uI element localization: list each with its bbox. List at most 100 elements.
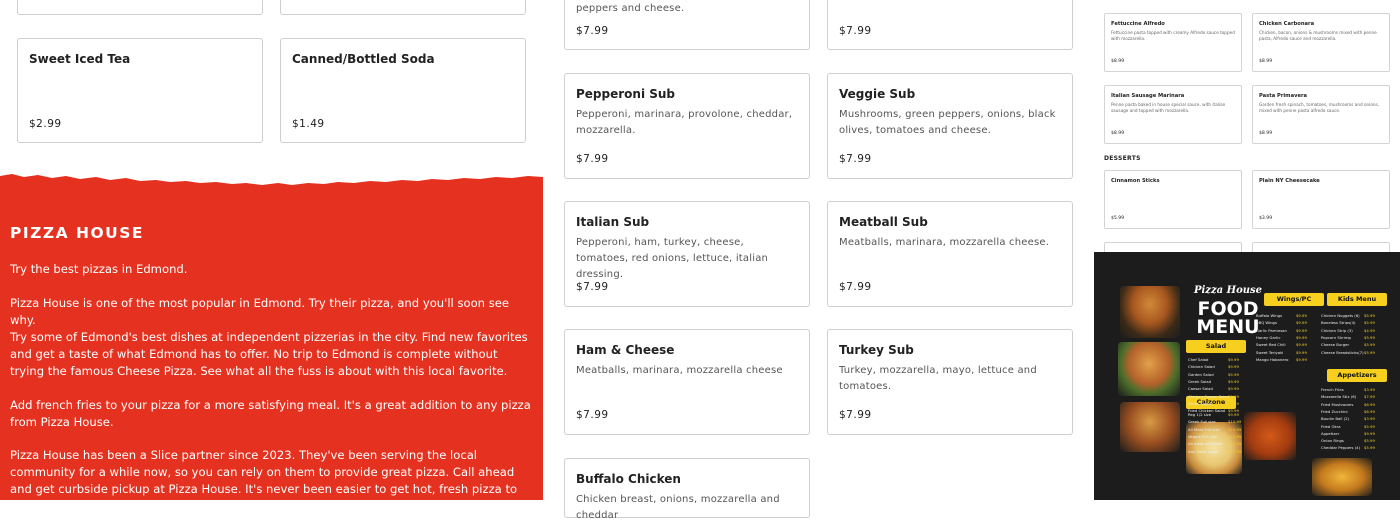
menu-board-item-price: $9.99 [1228,386,1239,392]
preview-menu-card[interactable]: Italian Sausage Marinara Penne pasta bak… [1104,85,1242,144]
partial-sub-card[interactable]: peppers and cheese. $7.99 [564,0,810,50]
about-paragraph: Add french fries to your pizza for a mor… [10,398,531,429]
item-name: Canned/Bottled Soda [292,52,435,66]
menu-board-row: BBQ Wings $9.99 [1256,320,1307,326]
menu-board-row: Greek Full size $15.99 [1188,419,1241,425]
menu-board-item-name: Chicken Caesar Salad [1188,393,1230,399]
menu-board-row: Sweet Teriyaki $9.99 [1256,350,1307,355]
item-price: $7.99 [839,281,872,293]
about-paragraph: Try the best pizzas in Edmond. [10,262,188,276]
preview-menu-card[interactable]: Pasta Primavera Garden fresh spinach, to… [1252,85,1390,144]
menu-board-item-price: $9.99 [1296,334,1307,340]
menu-item-card[interactable]: Pepperoni Sub Pepperoni, marinara, provo… [564,73,810,179]
item-description: Fettuccine pasta topped with creamy Alfr… [1111,30,1235,41]
preview-menu-card[interactable]: Plain NY Cheesecake $3.99 [1252,170,1390,229]
item-name: Italian Sub [576,215,650,229]
menu-board-row: Fried Mushrooms $6.99 [1321,402,1375,407]
item-price: $7.99 [839,153,872,165]
menu-board-item-name: Mango Habanero [1256,356,1289,362]
item-price: $7.99 [576,153,609,165]
partial-card[interactable] [280,0,526,15]
menu-board-row: All Meat Full size $15.99 [1188,426,1241,432]
item-description: peppers and cheese. [576,3,685,14]
item-price: $1.49 [292,118,325,130]
menu-board-row: Cheese Burger $5.99 [1321,342,1375,347]
menu-board-row: Cheddar Peppers (4) $5.99 [1321,445,1375,451]
item-name: Pepperoni Sub [576,87,676,101]
preview-menu-card[interactable]: Chicken Carbonara Chicken, bacon, onions… [1252,13,1390,72]
item-price: $7.99 [576,281,609,293]
fries-photo [1312,458,1372,496]
menu-item-card[interactable]: Buffalo Chicken Chicken breast, onions, … [564,458,810,521]
item-description: Chicken, bacon, onions & mushrooms mixed… [1259,30,1377,41]
menu-board-item-price: $9.99 [1228,412,1239,417]
item-description: Meatballs, marinara, mozzarella cheese [576,365,783,376]
menu-board-item-price: $5.99 [1364,313,1375,318]
menu-board-item-price: $4.99 [1364,327,1375,333]
item-name: Veggie Sub [839,87,916,101]
menu-board-image[interactable]: Pizza House FOOD MENU Wings/PC Kids Menu… [1094,252,1400,500]
item-name: Pasta Primavera [1259,93,1308,99]
menu-board-row: Mango Habanero $9.99 [1256,356,1307,362]
burger-photo [1120,402,1180,452]
menu-board-item-name: BBQ Wings [1256,320,1277,326]
menu-item-card[interactable]: Sweet Iced Tea $2.99 [17,38,263,143]
item-description: Pepperoni, ham, turkey, cheese, tomatoes… [576,237,769,280]
menu-board-row: Chef Salad $9.99 [1188,357,1239,362]
menu-board-row: All meat w/Ricotta $15.99 [1188,441,1241,446]
menu-board-item-price: $6.99 [1364,401,1375,407]
menu-board-item-price: $3.99 [1364,387,1375,392]
partial-card[interactable] [17,0,263,15]
menu-board-item-name: Reg 1/2 size [1188,412,1212,417]
menu-item-card[interactable]: Veggie Sub Mushrooms, green peppers, oni… [827,73,1073,179]
menu-board-row: Greek Salad $9.99 [1188,379,1239,384]
about-paragraph: Pizza House has been a Slice partner sin… [10,448,518,513]
item-description: Mushrooms, green peppers, onions, black … [839,109,1056,136]
menu-board-item-name: Mozzarella Stix (6) [1321,394,1357,400]
menu-item-card[interactable]: Canned/Bottled Soda $1.49 [280,38,526,143]
menu-board-row: Fried Okra $5.99 [1321,424,1375,429]
menu-board-item-price: $5.99 [1364,320,1375,326]
menu-board-item-name: Chicken Nuggets (6) [1321,313,1360,318]
wings-photo [1244,412,1296,460]
menu-board-row: Caesar Salad $9.99 [1188,386,1239,391]
menu-board-row: Garden Salad $5.99 [1188,372,1239,377]
item-price: $8.99 [1111,131,1125,136]
item-price: $7.99 [576,25,609,37]
item-name: Fettuccine Alfredo [1111,21,1165,27]
menu-board-item-name: Garlic Parmesan [1256,327,1287,333]
menu-board-item-name: Onion Rings [1321,438,1344,444]
menu-board-item-name: Chicken Salad [1188,364,1215,370]
menu-board-row: Veggie Full size $15.99 [1188,434,1241,439]
menu-board-item-name: Popcorn Shrimp [1321,334,1351,340]
menu-board-item-price: $9.99 [1296,327,1307,333]
menu-board-item-name: Cheddar Peppers (4) [1321,445,1361,451]
menu-board-item-name: Greek Full size [1188,419,1216,425]
item-description: Meatballs, marinara, mozzarella cheese. [839,237,1050,248]
menu-board-row: Reg 1/2 size $9.99 [1188,412,1239,417]
preview-menu-card[interactable]: Fettuccine Alfredo Fettuccine pasta topp… [1104,13,1242,72]
menu-board-item-name: All Meat Full size [1188,426,1220,432]
menu-board-row: Mozzarella Stix (6) $7.99 [1321,394,1375,400]
menu-board-item-price: $15.99 [1228,426,1242,432]
menu-board-item-name: Chicken Strip (3) [1321,327,1353,333]
menu-board-item-name: Boneless Strips(4) [1321,320,1356,326]
menu-item-card[interactable]: Meatball Sub Meatballs, marinara, mozzar… [827,201,1073,307]
menu-board-row: Buffalo Wings $9.99 [1256,313,1307,318]
menu-item-card[interactable]: Turkey Sub Turkey, mozzarella, mayo, let… [827,329,1073,435]
preview-menu-card[interactable]: Cinnamon Sticks $5.99 [1104,170,1242,229]
menu-item-card[interactable]: Ham & Cheese Meatballs, marinara, mozzar… [564,329,810,435]
item-name: Meatball Sub [839,215,928,229]
menu-board-row: Chicken Caesar Salad $9.99 [1188,393,1239,399]
item-description: Chicken breast, onions, mozzarella and c… [576,494,780,521]
menu-board-item-price: $7.99 [1364,394,1375,400]
item-price: $8.99 [1111,59,1125,64]
menu-section-salad: Salad [1186,340,1246,353]
menu-board-item-name: Cheese Breadsticks(7) [1321,349,1364,355]
partial-sub-card[interactable]: $7.99 [827,0,1073,50]
menu-board-item-name: Greek Salad [1188,400,1212,406]
menu-section-wings: Wings/PC [1264,293,1324,306]
menu-board-row: Cheese Breadsticks(7) $5.99 [1321,349,1375,355]
menu-board-item-price: $9.99 [1296,342,1307,348]
menu-item-card[interactable]: Italian Sub Pepperoni, ham, turkey, chee… [564,201,810,307]
